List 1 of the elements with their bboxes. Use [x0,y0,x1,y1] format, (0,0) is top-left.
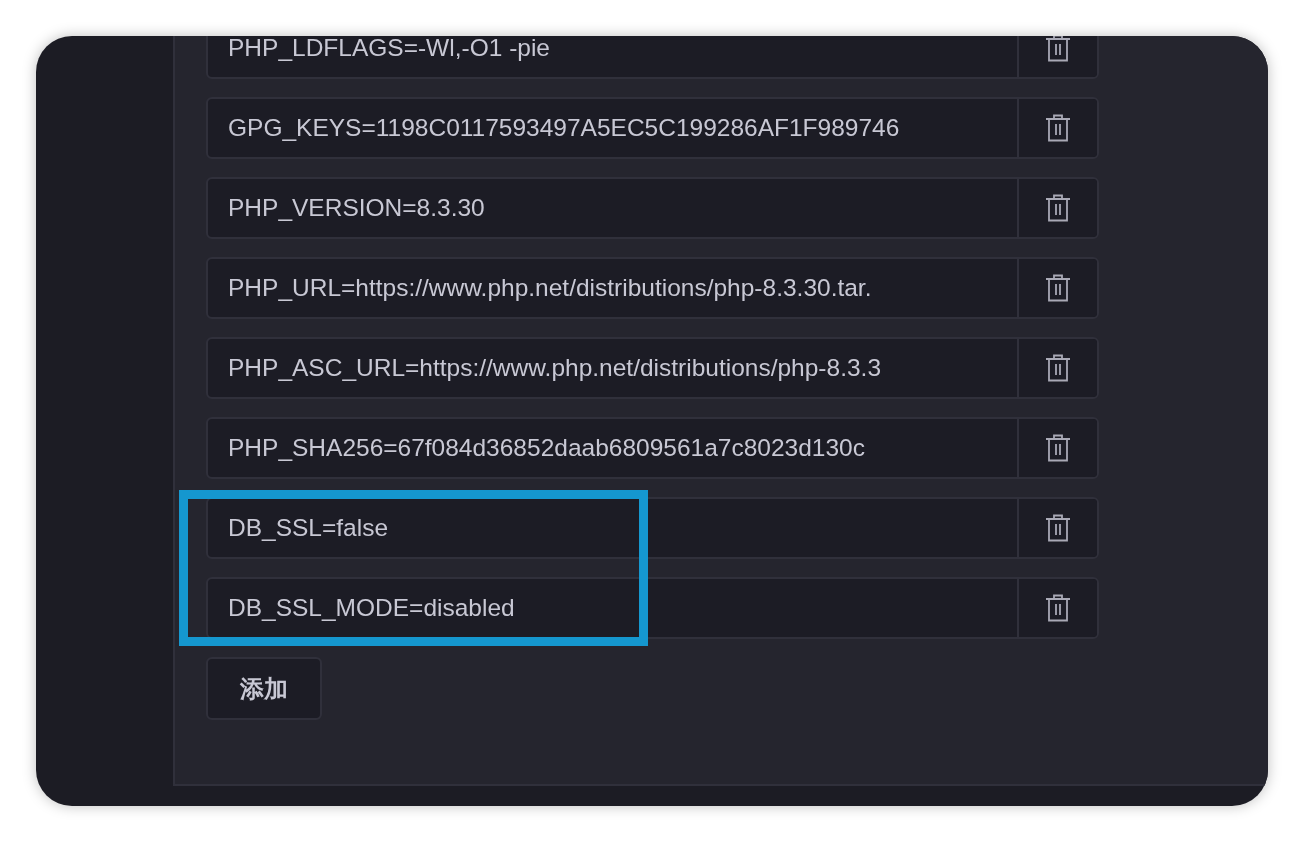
add-button[interactable]: 添加 [206,657,322,720]
